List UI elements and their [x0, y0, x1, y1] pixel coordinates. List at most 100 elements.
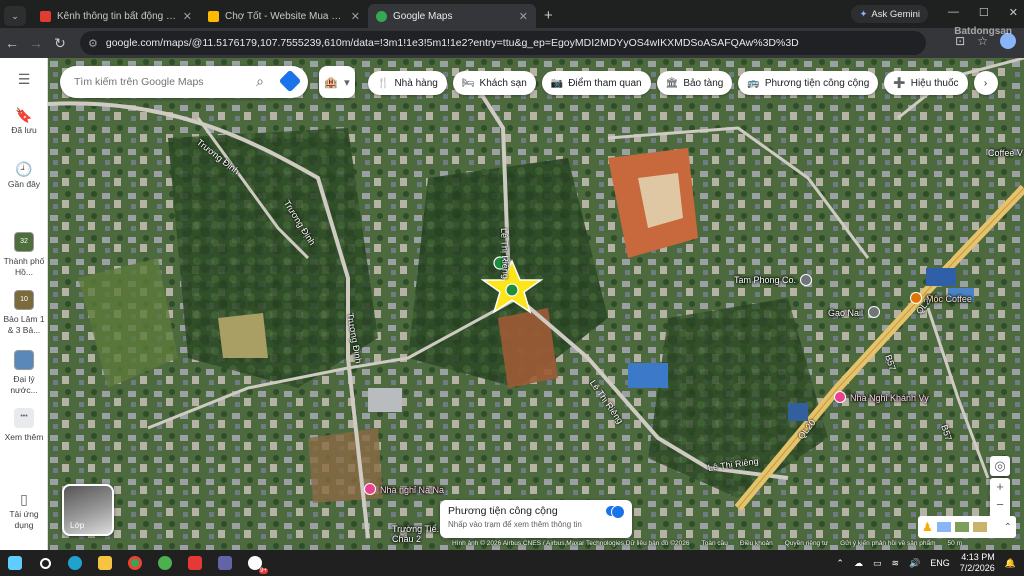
privacy-link[interactable]: Quyền riêng tư: [785, 540, 828, 550]
teams-button[interactable]: [210, 550, 240, 576]
place-label[interactable]: Gạo Nail: [828, 308, 863, 318]
ask-gemini-button[interactable]: ✦ Ask Gemini: [851, 5, 928, 23]
chip-transit[interactable]: 🚌 Phương tiện công cộng: [738, 71, 879, 95]
my-location-button[interactable]: ◎: [990, 456, 1010, 476]
watermark: Batdongsan: [954, 26, 1012, 37]
zoom-out-button[interactable]: −: [990, 496, 1010, 514]
recent-place-daily[interactable]: Đại lý nước...: [0, 350, 48, 396]
notify-app-button[interactable]: 9+: [240, 550, 270, 576]
attribution-link[interactable]: Toàn cầu: [701, 540, 727, 550]
cafe-pin-icon[interactable]: [910, 292, 922, 304]
start-button[interactable]: [0, 550, 30, 576]
recent-place-baolam[interactable]: 10 Bảo Lâm 1 & 3 Bả...: [0, 290, 48, 336]
wps-button[interactable]: [180, 550, 210, 576]
search-button[interactable]: [30, 550, 60, 576]
download-label: Tải ứng dụng: [9, 509, 39, 530]
terms-link[interactable]: Điều khoản: [740, 540, 773, 550]
close-icon[interactable]: ✕: [183, 10, 192, 23]
transit-toggle[interactable]: [606, 505, 625, 519]
clock[interactable]: 4:13 PM 7/2/2026: [960, 552, 995, 574]
place-label[interactable]: Mộc Coffee: [926, 294, 972, 304]
back-icon[interactable]: ←: [0, 35, 24, 51]
edge-button[interactable]: [60, 550, 90, 576]
hotel-filter-button[interactable]: 🏨 ▾: [319, 66, 355, 98]
chip-label: Phương tiện công cộng: [764, 77, 870, 89]
lodging-pin-icon[interactable]: [834, 391, 846, 403]
zoom-controls: + −: [990, 478, 1010, 518]
explorer-button[interactable]: [90, 550, 120, 576]
transit-card-title: Phương tiện công cộng: [448, 505, 558, 517]
pegman-icon[interactable]: ♟: [922, 520, 933, 534]
recent-button[interactable]: 🕘 Gần đây: [0, 162, 48, 190]
layers-label: Lớp: [70, 521, 85, 530]
browser-tab-active[interactable]: Google Maps ✕: [368, 4, 536, 28]
chip-restaurants[interactable]: 🍴 Nhà hàng: [368, 71, 447, 95]
place-label[interactable]: Coffee V: [988, 148, 1023, 158]
minimize-icon[interactable]: —: [948, 6, 959, 19]
tab-search-button[interactable]: ⌄: [4, 6, 26, 26]
location-target-icon: ◎: [994, 458, 1006, 473]
download-app-button[interactable]: ▯ Tải ứng dụng: [0, 492, 48, 531]
address-bar[interactable]: ⚙ google.com/maps/@11.5176179,107.755523…: [80, 31, 926, 55]
chip-pharmacy[interactable]: ➕ Hiệu thuốc: [884, 71, 968, 95]
directions-icon[interactable]: [278, 69, 302, 93]
battery-icon[interactable]: ▭: [873, 558, 882, 569]
wifi-icon[interactable]: ≋: [891, 558, 899, 569]
expand-icon[interactable]: ⌃: [1004, 522, 1012, 533]
road-label: Lê Thị Riêng: [499, 227, 511, 280]
notification-icon[interactable]: 🔔: [1005, 558, 1016, 569]
maximize-icon[interactable]: ☐: [979, 6, 989, 19]
app-button[interactable]: [150, 550, 180, 576]
imagery-thumbnail[interactable]: [954, 522, 969, 532]
browser-tab[interactable]: Chợ Tốt - Website Mua Bán, Rao ✕: [200, 4, 368, 28]
maps-favicon-icon: [376, 10, 387, 22]
browser-tab[interactable]: Kênh thông tin bất động sản - N ✕: [32, 4, 200, 28]
imagery-thumbnail[interactable]: [972, 522, 987, 532]
street-view-panel[interactable]: ♟ ⌃: [918, 516, 1016, 538]
chip-label: Hiệu thuốc: [910, 77, 959, 89]
more-icon: •••: [14, 408, 34, 428]
chip-label: Điểm tham quan: [568, 77, 642, 89]
scale-label[interactable]: 50 m: [948, 540, 962, 550]
chrome-button[interactable]: [120, 550, 150, 576]
imagery-thumbnail[interactable]: [936, 522, 951, 532]
language-indicator[interactable]: ENG: [930, 558, 950, 568]
recent-place-hcm[interactable]: 32 Thành phố Hồ...: [0, 232, 48, 278]
transit-layer-card[interactable]: Phương tiện công cộng Nhấp vào trạm để x…: [440, 500, 632, 538]
site-info-icon[interactable]: ⚙: [88, 37, 98, 50]
teams-icon: [218, 556, 232, 570]
more-button[interactable]: ••• Xem thêm: [0, 408, 48, 443]
chip-hotels[interactable]: 🛏 Khách sạn: [452, 71, 536, 95]
windows-icon: [8, 556, 22, 570]
close-icon[interactable]: ✕: [519, 10, 528, 23]
place-label[interactable]: Nhà Nghỉ Khánh Vy: [850, 393, 929, 403]
search-placeholder: Tìm kiếm trên Google Maps: [74, 76, 204, 88]
menu-button[interactable]: ☰: [0, 72, 48, 89]
close-icon[interactable]: ✕: [351, 10, 360, 23]
chips-next-button[interactable]: ›: [973, 71, 998, 95]
chip-attractions[interactable]: 📷 Điểm tham quan: [541, 71, 651, 95]
url-text: google.com/maps/@11.5176179,107.7555239,…: [105, 37, 799, 49]
recent-label: Gần đây: [7, 179, 41, 189]
saved-button[interactable]: 🔖 Đã lưu: [0, 108, 48, 136]
transit-card-subtitle: Nhấp vào trạm để xem thêm thông tin: [448, 520, 582, 529]
new-tab-button[interactable]: +: [544, 7, 553, 24]
forward-icon[interactable]: →: [24, 35, 48, 51]
zoom-in-button[interactable]: +: [990, 478, 1010, 496]
place-label[interactable]: Tam Phong Co.: [734, 275, 796, 285]
layers-button[interactable]: Lớp: [62, 484, 114, 536]
chip-museums[interactable]: 🏛 Bảo tàng: [656, 71, 733, 95]
lodging-pin-icon[interactable]: [364, 483, 376, 495]
satellite-map[interactable]: Trương Định Trương Định Trương Định Lê T…: [48, 58, 1024, 550]
reload-icon[interactable]: ↻: [48, 35, 72, 52]
place-label[interactable]: Nhà nghỉ Na Na: [380, 485, 444, 495]
place-pin-icon[interactable]: [800, 274, 812, 286]
place-pin-icon[interactable]: [868, 306, 880, 318]
close-window-icon[interactable]: ✕: [1009, 6, 1018, 19]
search-input[interactable]: Tìm kiếm trên Google Maps ⌕: [60, 66, 308, 98]
search-icon[interactable]: ⌕: [256, 73, 264, 90]
volume-icon[interactable]: 🔊: [909, 558, 920, 569]
feedback-link[interactable]: Gửi ý kiến phản hồi về sản phẩm: [840, 540, 935, 550]
chevron-up-icon[interactable]: ⌃: [836, 558, 844, 569]
cloud-icon[interactable]: ☁: [854, 558, 863, 569]
